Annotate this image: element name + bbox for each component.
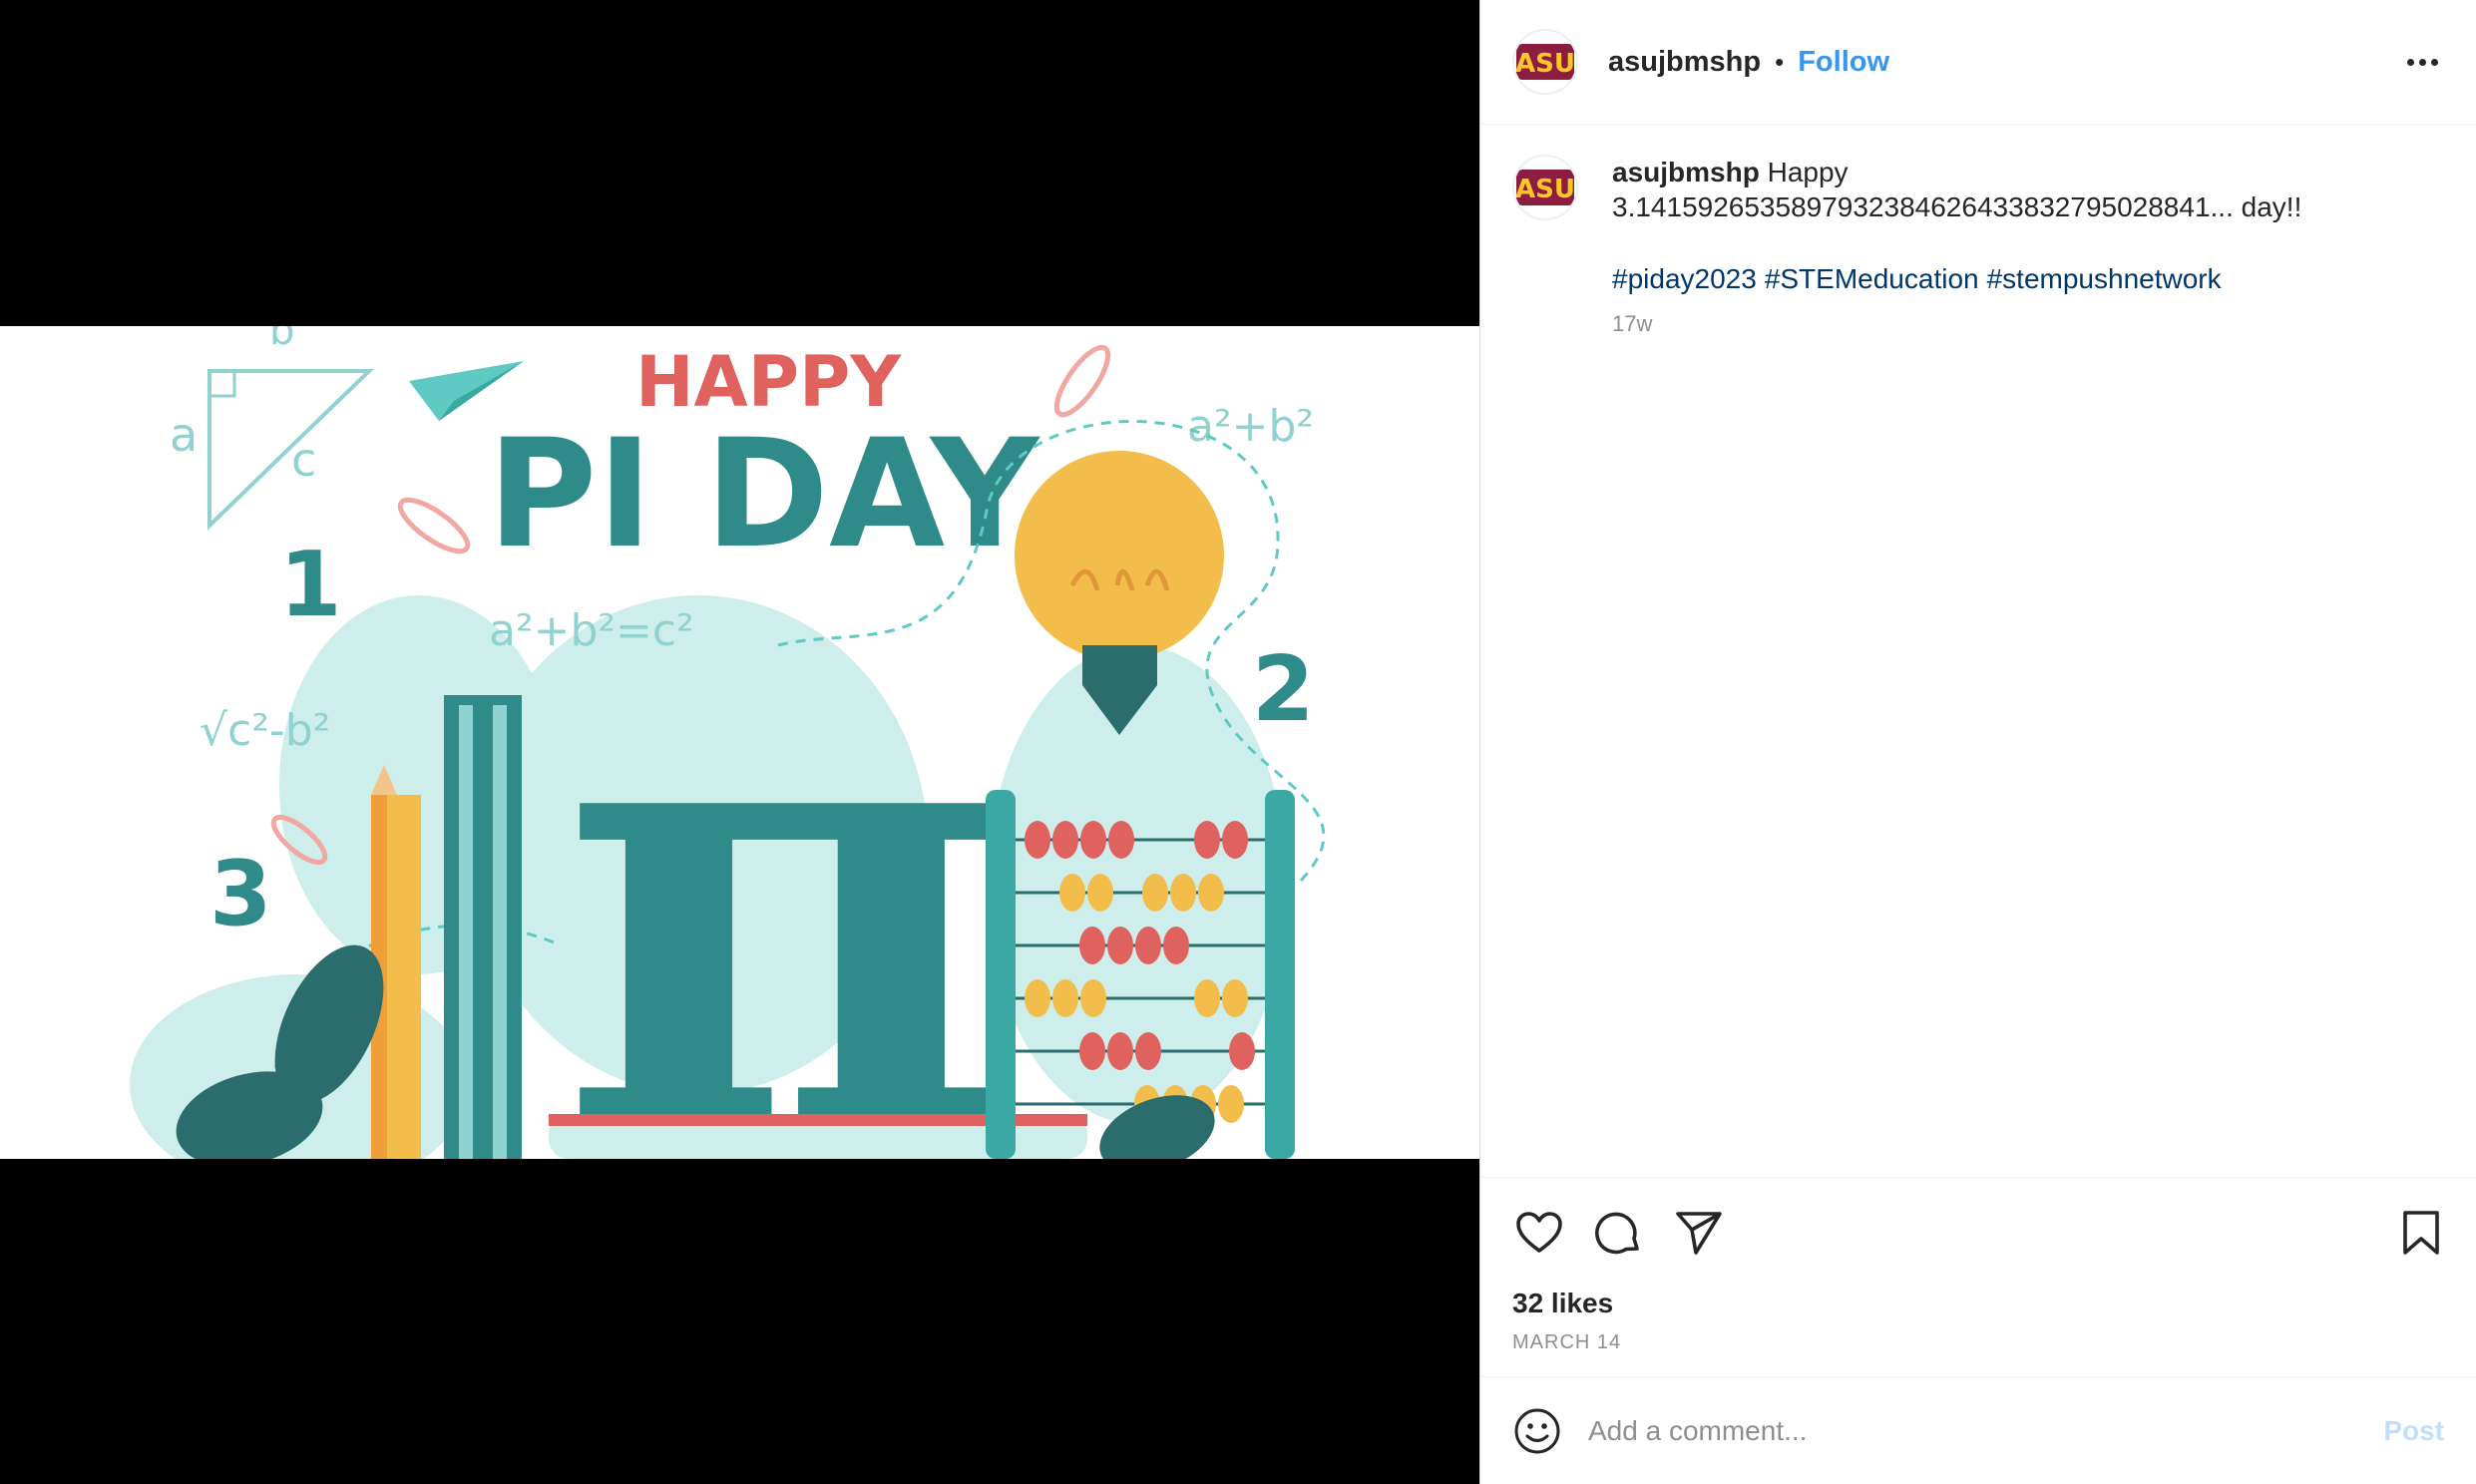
bookmark-icon [2403, 1211, 2439, 1255]
comment-button[interactable] [1592, 1206, 1646, 1260]
number-three: 3 [209, 842, 272, 946]
action-bar [1480, 1178, 2476, 1288]
comment-icon [1595, 1212, 1639, 1255]
triangle-label-c: c [291, 433, 316, 487]
author-username[interactable]: asujbmshp [1608, 46, 1761, 79]
caption-username[interactable]: asujbmshp [1612, 157, 1760, 187]
caption-time[interactable]: 17w [1612, 306, 2301, 341]
avatar[interactable]: ASU [1512, 29, 1578, 95]
caption-avatar[interactable]: ASU [1512, 155, 1578, 220]
hashtag-link[interactable]: #piday2023 [1612, 263, 1757, 294]
svg-text:ASU: ASU [1516, 49, 1574, 79]
pi-day-illustration: a b c HAPPY PI DAY a²+b² a²+b²=c² √c²-b²… [0, 326, 1479, 1159]
more-icon-dot [2419, 58, 2426, 66]
more-options-button[interactable] [2397, 49, 2448, 76]
save-button[interactable] [2394, 1206, 2448, 1260]
comment-bar: Post [1480, 1376, 2476, 1484]
caption-hashtags: #piday2023 #STEMeducation #stempushnetwork [1612, 261, 2301, 296]
post-header: ASU asujbmshp • Follow [1480, 0, 2476, 125]
post-comment-button[interactable]: Post [2383, 1415, 2444, 1447]
heart-icon [1516, 1212, 1562, 1253]
send-icon [1676, 1212, 1722, 1255]
share-button[interactable] [1672, 1206, 1726, 1260]
follow-button[interactable]: Follow [1798, 46, 1889, 79]
separator-dot: • [1775, 46, 1785, 77]
post-side-panel: ASU asujbmshp • Follow ASU asujbmshp Hap… [1479, 0, 2476, 1484]
post-image[interactable]: a b c HAPPY PI DAY a²+b² a²+b²=c² √c²-b²… [0, 326, 1479, 1159]
likes-count[interactable]: 32 likes [1480, 1288, 2476, 1319]
actions-area: 32 likes MARCH 14 [1480, 1177, 2476, 1354]
more-icon-dot [2407, 58, 2414, 66]
formula-left: √c²-b² [200, 705, 330, 756]
svg-text:ASU: ASU [1516, 175, 1574, 204]
caption-text-2: 3.14159265358979323846264338327950288​41… [1612, 191, 2302, 222]
lightbulb [1015, 451, 1224, 660]
formula-top: a²+b² [1187, 401, 1314, 452]
triangle-label-a: a [170, 408, 198, 462]
abacus [986, 790, 1016, 1159]
ruler [444, 695, 522, 1159]
media-pane: a b c HAPPY PI DAY a²+b² a²+b²=c² √c²-b²… [0, 0, 1479, 1484]
post-caption: ASU asujbmshp Happy 3.141592653589793238… [1512, 155, 2436, 341]
asu-logo-icon: ASU [1516, 170, 1574, 205]
caption-text-1: Happy [1767, 157, 1849, 187]
pi-symbol: π [559, 545, 1012, 1159]
hashtag-link[interactable]: #STEMeducation [1765, 263, 1979, 294]
post-date[interactable]: MARCH 14 [1480, 1319, 2476, 1354]
emoji-icon[interactable] [1512, 1406, 1562, 1456]
caption-body: asujbmshp Happy 3.1415926535897932384626… [1612, 155, 2301, 341]
caption-line-1: asujbmshp Happy [1612, 155, 2301, 189]
number-one: 1 [279, 533, 342, 637]
triangle-label-b: b [269, 326, 294, 354]
hashtag-link[interactable]: #stempushnetwork [1987, 263, 2222, 294]
like-button[interactable] [1512, 1206, 1566, 1260]
asu-logo-icon: ASU [1516, 44, 1574, 80]
more-icon-dot [2431, 58, 2438, 66]
comment-input[interactable] [1588, 1414, 2384, 1447]
number-two: 2 [1252, 637, 1315, 742]
